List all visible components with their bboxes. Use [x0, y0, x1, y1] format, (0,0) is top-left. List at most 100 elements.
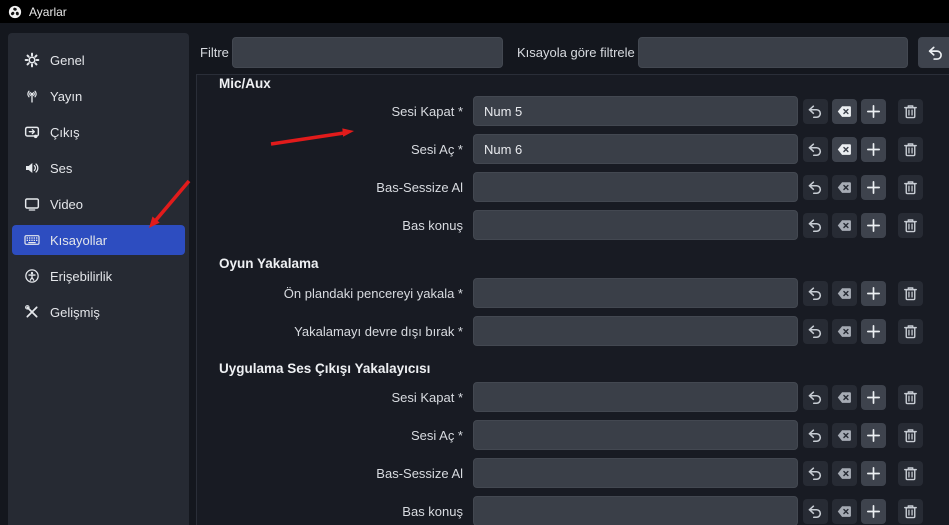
section-header-app-audio-capture: Uygulama Ses Çıkışı Yakalayıcısı [219, 361, 949, 377]
backspace-icon [836, 389, 853, 406]
hotkey-row-mute-2: Sesi Kapat * [197, 382, 949, 412]
backspace-icon [836, 103, 853, 120]
sidebar-item-kisayollar[interactable]: Kısayollar [12, 225, 185, 255]
hotkey-input[interactable] [473, 316, 798, 346]
tools-icon [24, 304, 40, 320]
hotkey-input[interactable] [473, 210, 798, 240]
add-button[interactable] [861, 385, 886, 410]
delete-button[interactable] [898, 99, 923, 124]
hotkey-input[interactable] [473, 382, 798, 412]
revert-button[interactable] [803, 213, 828, 238]
add-button[interactable] [861, 281, 886, 306]
plus-icon [865, 389, 882, 406]
backspace-icon [836, 323, 853, 340]
plus-icon [865, 465, 882, 482]
clear-button[interactable] [832, 281, 857, 306]
plus-icon [865, 285, 882, 302]
add-button[interactable] [861, 423, 886, 448]
add-button[interactable] [861, 175, 886, 200]
sidebar-item-yayin[interactable]: Yayın [12, 81, 185, 111]
revert-button[interactable] [803, 99, 828, 124]
revert-button[interactable] [803, 137, 828, 162]
hotkey-input[interactable] [473, 420, 798, 450]
hotkey-input[interactable] [473, 458, 798, 488]
add-button[interactable] [861, 137, 886, 162]
hotkey-filter-label: Kısayola göre filtrele [517, 37, 635, 68]
undo-icon [807, 389, 824, 406]
clear-button[interactable] [832, 213, 857, 238]
hotkey-row-unmute: Sesi Aç * [197, 134, 949, 164]
undo-icon [927, 44, 945, 62]
undo-icon [807, 427, 824, 444]
plus-icon [865, 179, 882, 196]
hotkey-row-deactivate-capture: Yakalamayı devre dışı bırak * [197, 316, 949, 346]
backspace-icon [836, 465, 853, 482]
trash-icon [902, 217, 919, 234]
delete-button[interactable] [898, 499, 923, 524]
hotkey-filter-input[interactable] [638, 37, 908, 68]
clear-button[interactable] [832, 175, 857, 200]
hotkey-input[interactable] [473, 96, 798, 126]
clear-button[interactable] [832, 99, 857, 124]
undo-icon [807, 285, 824, 302]
filter-input[interactable] [232, 37, 503, 68]
revert-button[interactable] [803, 385, 828, 410]
sidebar-item-erisebilirlik[interactable]: Erişebilirlik [12, 261, 185, 291]
plus-icon [865, 141, 882, 158]
hotkey-label: Sesi Kapat * [197, 390, 463, 405]
trash-icon [902, 465, 919, 482]
delete-button[interactable] [898, 213, 923, 238]
plus-icon [865, 217, 882, 234]
clear-button[interactable] [832, 499, 857, 524]
revert-button[interactable] [803, 319, 828, 344]
clear-button[interactable] [832, 423, 857, 448]
undo-icon [807, 141, 824, 158]
revert-button[interactable] [803, 461, 828, 486]
hotkey-input[interactable] [473, 172, 798, 202]
add-button[interactable] [861, 213, 886, 238]
sidebar-item-label: Çıkış [50, 125, 80, 140]
delete-button[interactable] [898, 175, 923, 200]
clear-button[interactable] [832, 319, 857, 344]
delete-button[interactable] [898, 385, 923, 410]
clear-button[interactable] [832, 385, 857, 410]
clear-button[interactable] [832, 461, 857, 486]
backspace-icon [836, 285, 853, 302]
add-button[interactable] [861, 319, 886, 344]
discard-changes-button[interactable] [918, 37, 949, 68]
delete-button[interactable] [898, 319, 923, 344]
revert-button[interactable] [803, 423, 828, 448]
monitor-icon [24, 196, 40, 212]
sidebar-item-gelismis[interactable]: Gelişmiş [12, 297, 185, 327]
delete-button[interactable] [898, 137, 923, 162]
hotkey-label: Bas konuş [197, 218, 463, 233]
hotkey-input[interactable] [473, 134, 798, 164]
delete-button[interactable] [898, 281, 923, 306]
revert-button[interactable] [803, 281, 828, 306]
add-button[interactable] [861, 499, 886, 524]
backspace-icon [836, 503, 853, 520]
hotkey-row-push-to-mute-2: Bas-Sessize Al [197, 458, 949, 488]
add-button[interactable] [861, 461, 886, 486]
undo-icon [807, 179, 824, 196]
accessibility-icon [24, 268, 40, 284]
plus-icon [865, 103, 882, 120]
sidebar-item-label: Erişebilirlik [50, 269, 112, 284]
revert-button[interactable] [803, 499, 828, 524]
sidebar-item-label: Gelişmiş [50, 305, 100, 320]
speaker-icon [24, 160, 40, 176]
delete-button[interactable] [898, 461, 923, 486]
sidebar-item-cikis[interactable]: Çıkış [12, 117, 185, 147]
sidebar-item-video[interactable]: Video [12, 189, 185, 219]
window-title: Ayarlar [29, 5, 67, 19]
revert-button[interactable] [803, 175, 828, 200]
hotkey-row-push-to-talk: Bas konuş [197, 210, 949, 240]
clear-button[interactable] [832, 137, 857, 162]
trash-icon [902, 427, 919, 444]
sidebar-item-label: Ses [50, 161, 72, 176]
sidebar-item-ses[interactable]: Ses [12, 153, 185, 183]
delete-button[interactable] [898, 423, 923, 448]
hotkey-input[interactable] [473, 278, 798, 308]
hotkey-input[interactable] [473, 496, 798, 525]
add-button[interactable] [861, 99, 886, 124]
